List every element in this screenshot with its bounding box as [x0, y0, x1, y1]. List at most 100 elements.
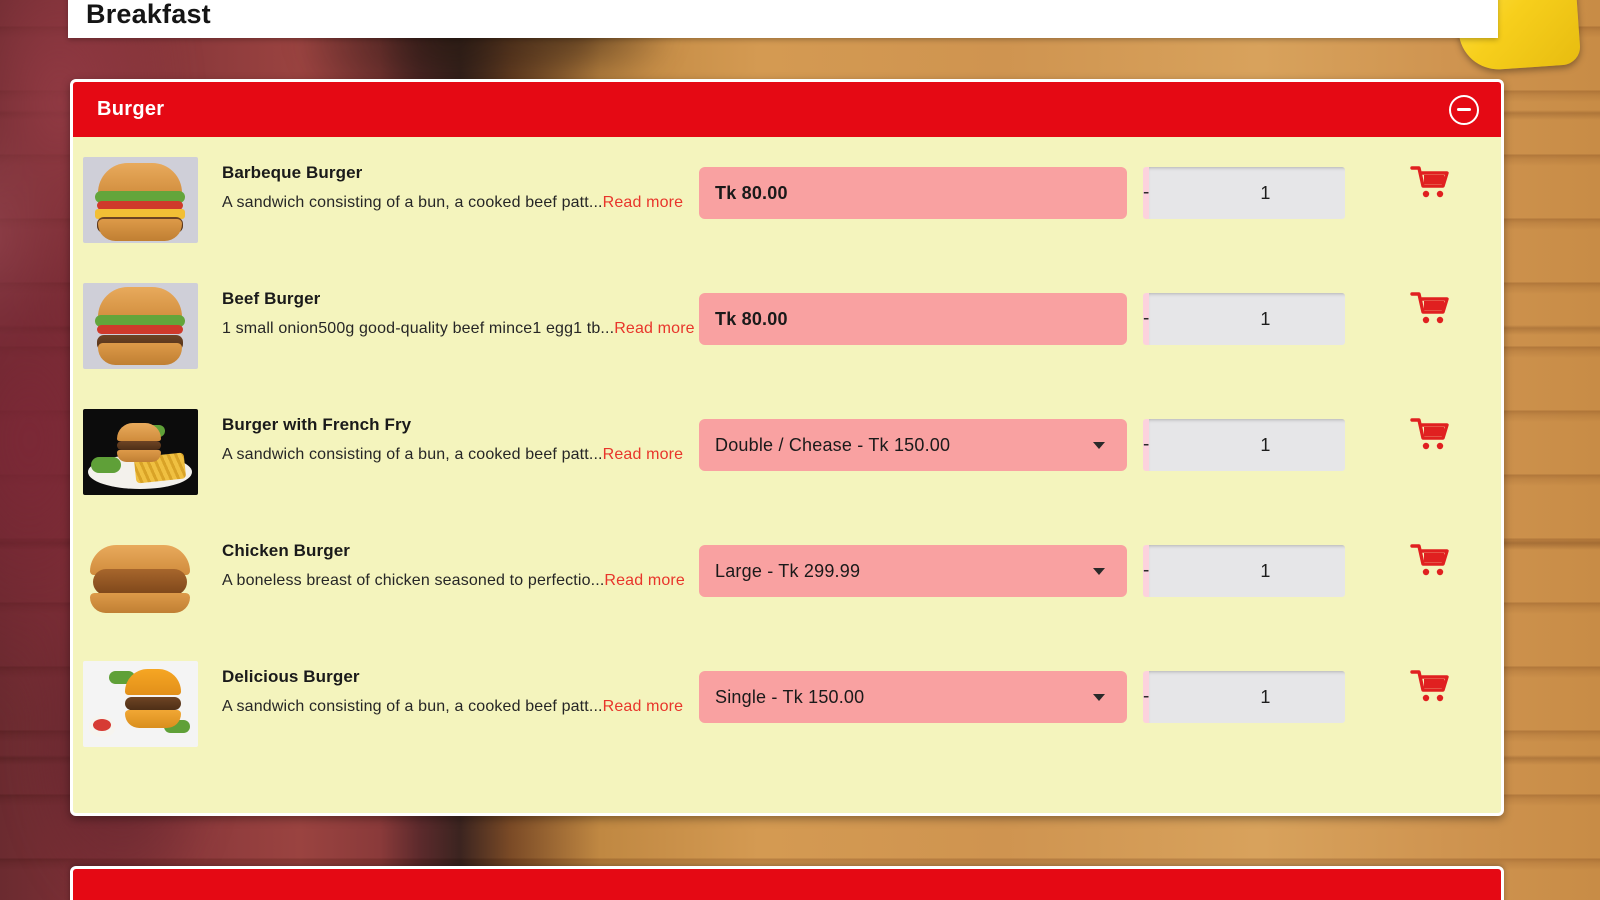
quantity-input[interactable] [1149, 167, 1345, 219]
menu-item-row: Beef Burger 1 small onion500g good-quali… [73, 269, 1501, 395]
item-name: Chicken Burger [222, 541, 350, 560]
item-description: A sandwich consisting of a bun, a cooked… [222, 189, 699, 217]
description-text: A sandwich consisting of a bun, a cooked… [222, 446, 589, 463]
item-thumbnail-wrap [81, 283, 199, 369]
chevron-down-icon [1093, 693, 1105, 701]
page-title: Breakfast [86, 0, 211, 29]
variant-select[interactable]: Single - Tk 150.00 [699, 671, 1127, 723]
read-more-link[interactable]: Read more [603, 698, 684, 715]
ellipsis: ... [590, 572, 605, 589]
menu-item-list: Barbeque Burger A sandwich consisting of… [73, 137, 1501, 813]
barbeque-burger-photo[interactable] [82, 157, 198, 243]
add-to-cart-button[interactable] [1410, 165, 1450, 201]
variant-select[interactable]: Double / Chease - Tk 150.00 [699, 419, 1127, 471]
price-cell: Single - Tk 150.00 [699, 661, 1129, 723]
item-description: A boneless breast of chicken seasoned to… [222, 567, 699, 595]
price-cell: Double / Chease - Tk 150.00 [699, 409, 1129, 471]
read-more-link[interactable]: Read more [603, 194, 684, 211]
read-more-link[interactable]: Read more [603, 446, 684, 463]
read-more-link[interactable]: Read more [614, 320, 695, 337]
shopping-cart-icon [1410, 418, 1449, 450]
item-info: Beef Burger 1 small onion500g good-quali… [199, 283, 699, 343]
menu-item-row: Barbeque Burger A sandwich consisting of… [73, 143, 1501, 269]
price-display: Tk 80.00 [699, 293, 1127, 345]
quantity-input[interactable] [1149, 293, 1345, 345]
category-header[interactable]: Burger [73, 82, 1501, 137]
category-title: Burger [97, 98, 165, 120]
description-text: A sandwich consisting of a bun, a cooked… [222, 698, 589, 715]
next-category-header[interactable] [70, 866, 1504, 900]
add-to-cart-button[interactable] [1410, 669, 1450, 705]
item-thumbnail-wrap [81, 157, 199, 243]
ellipsis: ... [600, 320, 615, 337]
menu-item-row: Burger with French Fry A sandwich consis… [73, 395, 1501, 521]
quantity-input[interactable] [1149, 419, 1345, 471]
minus-circle-icon[interactable] [1449, 94, 1479, 125]
price-text: Tk 80.00 [715, 308, 788, 329]
quantity-stepper: - + [1143, 545, 1345, 597]
delicious-burger-photo[interactable] [82, 661, 198, 747]
shopping-cart-icon [1410, 166, 1449, 198]
item-info: Burger with French Fry A sandwich consis… [199, 409, 699, 469]
item-name: Beef Burger [222, 289, 321, 308]
quantity-stepper: - + [1143, 671, 1345, 723]
quantity-cell: - + [1129, 283, 1359, 345]
quantity-input[interactable] [1149, 671, 1345, 723]
item-name: Barbeque Burger [222, 163, 363, 182]
item-info: Barbeque Burger A sandwich consisting of… [199, 157, 699, 217]
cart-cell [1359, 283, 1501, 327]
add-to-cart-button[interactable] [1410, 291, 1450, 327]
item-thumbnail-wrap [81, 535, 199, 621]
selected-variant-text: Large - Tk 299.99 [715, 560, 861, 581]
item-thumbnail-wrap [81, 661, 199, 747]
menu-item-row: Chicken Burger A boneless breast of chic… [73, 521, 1501, 647]
chicken-burger-photo[interactable] [83, 535, 198, 621]
item-description: 1 small onion500g good-quality beef minc… [222, 315, 699, 343]
page-background: Breakfast Burger Barbeque Burger A sandw… [0, 0, 1600, 900]
shopping-cart-icon [1410, 670, 1449, 702]
quantity-stepper: - + [1143, 167, 1345, 219]
quantity-cell: - + [1129, 157, 1359, 219]
chevron-down-icon [1093, 567, 1105, 575]
burger-with-french-fry-photo[interactable] [82, 409, 198, 495]
price-display: Tk 80.00 [699, 167, 1127, 219]
menu-sheet-header: Breakfast [68, 0, 1498, 38]
item-name: Delicious Burger [222, 667, 360, 686]
ellipsis: ... [588, 194, 603, 211]
quantity-cell: - + [1129, 661, 1359, 723]
add-to-cart-button[interactable] [1410, 543, 1450, 579]
minus-bar [1457, 108, 1471, 111]
ellipsis: ... [588, 698, 603, 715]
shopping-cart-icon [1410, 292, 1449, 324]
quantity-input[interactable] [1149, 545, 1345, 597]
item-description: A sandwich consisting of a bun, a cooked… [222, 693, 699, 721]
read-more-link[interactable]: Read more [604, 572, 685, 589]
quantity-stepper: - + [1143, 293, 1345, 345]
description-text: A boneless breast of chicken seasoned to… [222, 572, 591, 589]
item-name: Burger with French Fry [222, 415, 412, 434]
shopping-cart-icon [1410, 544, 1449, 576]
quantity-stepper: - + [1143, 419, 1345, 471]
menu-item-row: Delicious Burger A sandwich consisting o… [73, 647, 1501, 773]
add-to-cart-button[interactable] [1410, 417, 1450, 453]
cart-cell [1359, 409, 1501, 453]
category-card-burger: Burger Barbeque Burger A sandwich consis… [70, 79, 1504, 816]
cart-cell [1359, 661, 1501, 705]
variant-select[interactable]: Large - Tk 299.99 [699, 545, 1127, 597]
price-cell: Tk 80.00 [699, 157, 1129, 219]
item-info: Chicken Burger A boneless breast of chic… [199, 535, 699, 595]
cart-cell [1359, 535, 1501, 579]
selected-variant-text: Double / Chease - Tk 150.00 [715, 434, 951, 455]
price-text: Tk 80.00 [715, 182, 788, 203]
item-thumbnail-wrap [81, 409, 199, 495]
cart-cell [1359, 157, 1501, 201]
item-info: Delicious Burger A sandwich consisting o… [199, 661, 699, 721]
selected-variant-text: Single - Tk 150.00 [715, 686, 865, 707]
beef-burger-photo[interactable] [82, 283, 198, 369]
item-description: A sandwich consisting of a bun, a cooked… [222, 441, 699, 469]
price-cell: Tk 80.00 [699, 283, 1129, 345]
quantity-cell: - + [1129, 535, 1359, 597]
ellipsis: ... [588, 446, 603, 463]
description-text: 1 small onion500g good-quality beef minc… [222, 320, 601, 337]
price-cell: Large - Tk 299.99 [699, 535, 1129, 597]
